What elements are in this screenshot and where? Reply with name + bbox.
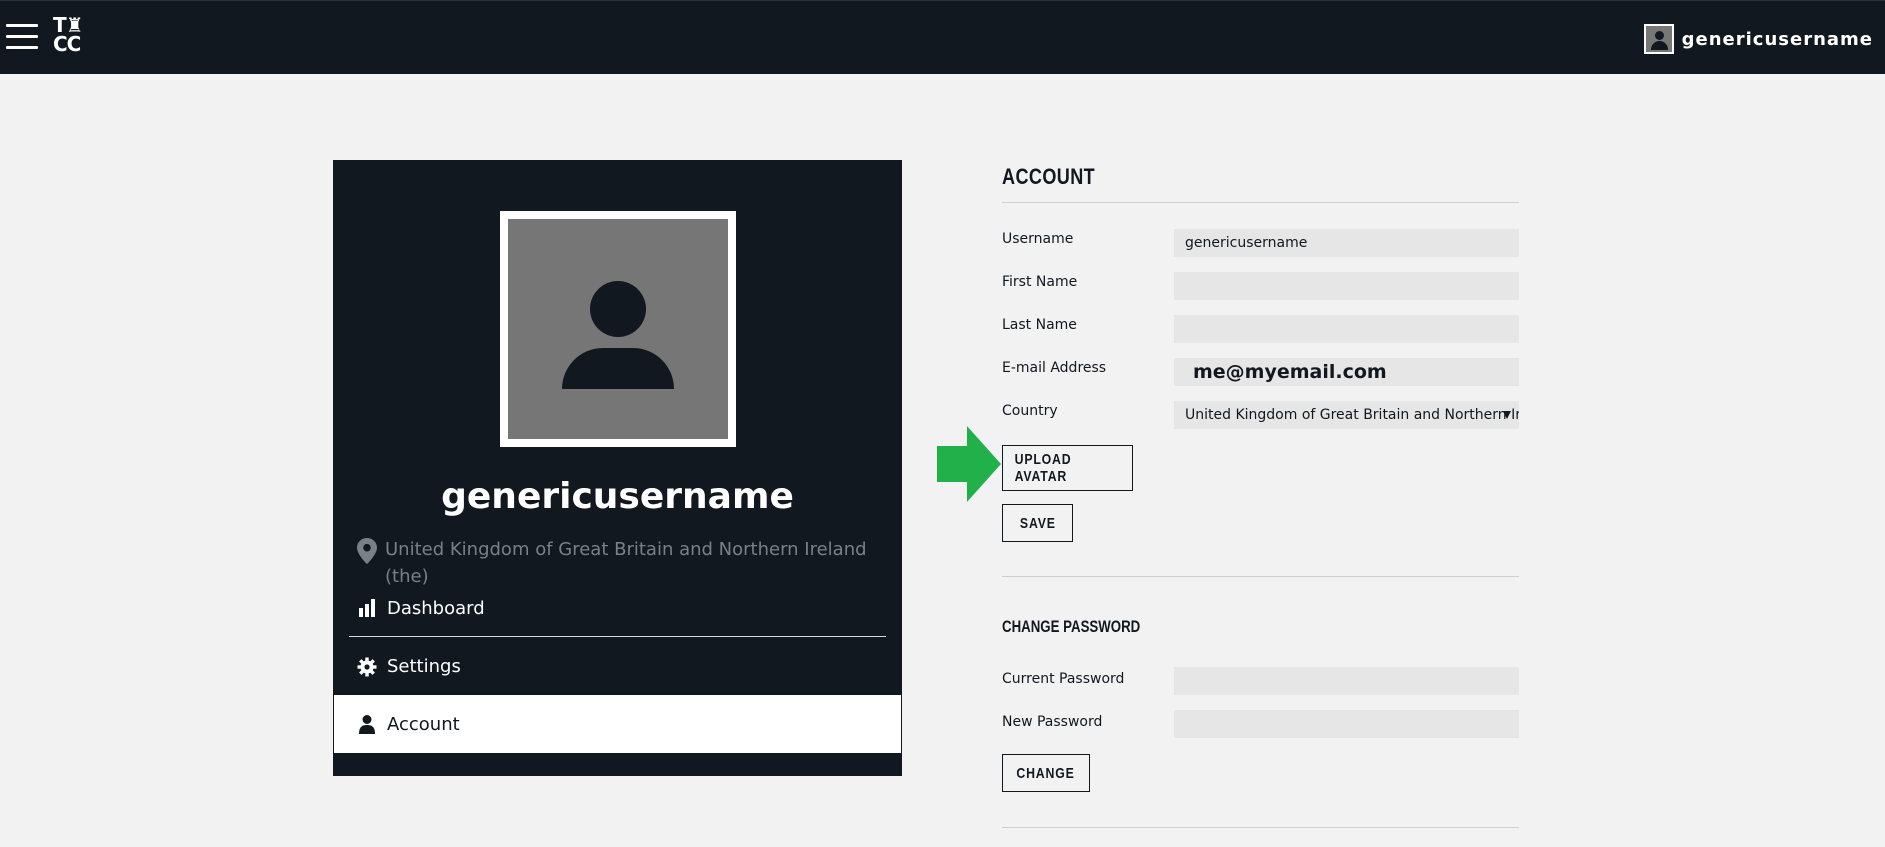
country-select[interactable]: United Kingdom of Great Britain and Nort… <box>1174 401 1519 429</box>
profile-avatar <box>500 211 736 447</box>
sidebar-item-account[interactable]: Account <box>334 695 901 753</box>
user-menu[interactable]: genericusername <box>1643 24 1873 54</box>
bar-chart-icon <box>359 599 375 617</box>
arrow-right-icon <box>937 426 1001 502</box>
save-button[interactable]: SAVE <box>1002 504 1073 542</box>
upload-avatar-button[interactable]: UPLOAD AVATAR <box>1002 445 1133 491</box>
gear-icon <box>357 657 377 676</box>
sidebar-item-label: Account <box>387 713 460 735</box>
sidebar-item-label: Settings <box>387 656 461 677</box>
sidebar-divider <box>349 636 886 637</box>
section-divider <box>1002 827 1519 828</box>
user-icon <box>359 715 375 734</box>
save-label: SAVE <box>1019 514 1056 532</box>
hamburger-menu-icon[interactable] <box>6 21 38 53</box>
header-username: genericusername <box>1681 28 1873 50</box>
account-heading: ACCOUNT <box>1002 164 1096 189</box>
username-field[interactable]: genericusername <box>1174 229 1519 257</box>
avatar-icon <box>1643 24 1674 54</box>
map-pin-icon <box>357 538 377 564</box>
change-password-heading: CHANGE PASSWORD <box>1002 617 1141 636</box>
current-password-label: Current Password <box>1002 671 1125 687</box>
section-divider <box>1002 202 1519 203</box>
default-user-avatar-icon <box>508 219 728 439</box>
country-select-value: United Kingdom of Great Britain and Nort… <box>1185 407 1519 423</box>
change-password-button[interactable]: CHANGE <box>1002 754 1090 792</box>
sidebar-item-settings[interactable]: Settings <box>349 638 886 695</box>
country-label: Country <box>1002 403 1058 419</box>
section-divider <box>1002 576 1519 577</box>
new-password-field[interactable] <box>1174 710 1519 738</box>
first-name-field[interactable] <box>1174 272 1519 300</box>
last-name-label: Last Name <box>1002 317 1077 333</box>
username-label: Username <box>1002 231 1074 247</box>
site-logo[interactable]: T♜ CC <box>53 15 95 58</box>
new-password-label: New Password <box>1002 714 1103 730</box>
sidebar-item-dashboard[interactable]: Dashboard <box>349 580 886 636</box>
upload-avatar-label: UPLOAD AVATAR <box>1014 451 1072 485</box>
email-label: E-mail Address <box>1002 360 1107 376</box>
sidebar-item-label: Dashboard <box>387 597 485 619</box>
dropdown-caret-icon <box>1503 411 1511 419</box>
change-password-label: CHANGE <box>1016 764 1076 782</box>
current-password-field[interactable] <box>1174 667 1519 695</box>
email-field[interactable]: me@myemail.com <box>1174 358 1519 386</box>
logo-line-2: CC <box>53 32 81 56</box>
top-navbar: T♜ CC genericusername <box>0 0 1885 74</box>
profile-display-name: genericusername <box>441 476 794 517</box>
first-name-label: First Name <box>1002 274 1078 290</box>
last-name-field[interactable] <box>1174 315 1519 343</box>
profile-card: genericusername United Kingdom of Great … <box>333 160 902 776</box>
